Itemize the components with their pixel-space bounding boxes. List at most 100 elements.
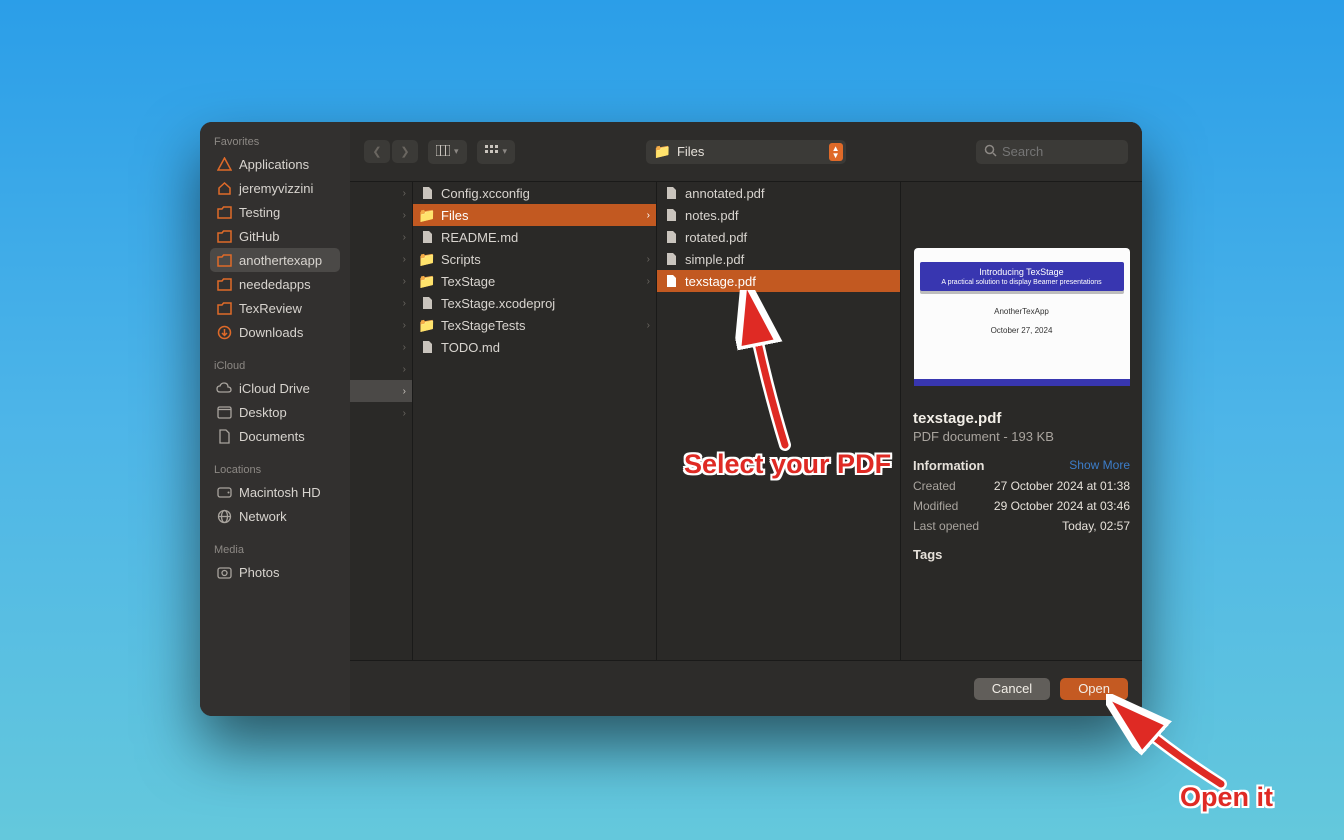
nav-back-button[interactable]: ❮ xyxy=(364,140,390,163)
file-icon xyxy=(419,295,435,311)
file-icon xyxy=(663,185,679,201)
file-row[interactable]: notes.pdf xyxy=(657,204,900,226)
file-row[interactable]: 📁Scripts› xyxy=(413,248,656,270)
column0-row[interactable]: › xyxy=(350,314,412,336)
preview-pane: Introducing TexStage A practical solutio… xyxy=(901,182,1142,660)
apps-icon xyxy=(216,156,232,172)
file-row[interactable]: TexStage.xcodeproj xyxy=(413,292,656,314)
preview-tags-label: Tags xyxy=(913,547,942,562)
column0-row[interactable]: › xyxy=(350,402,412,424)
path-popup[interactable]: 📁 Files ▲▼ xyxy=(646,140,846,164)
nav-forward-button[interactable]: ❯ xyxy=(392,140,418,163)
file-icon xyxy=(419,185,435,201)
file-row[interactable]: simple.pdf xyxy=(657,248,900,270)
column-0[interactable]: ››››››››››› xyxy=(350,182,413,660)
file-row[interactable]: README.md xyxy=(413,226,656,248)
sidebar-item-label: neededapps xyxy=(239,277,311,292)
search-field[interactable] xyxy=(976,140,1128,164)
file-icon xyxy=(663,251,679,267)
columns-icon xyxy=(436,145,450,159)
sidebar-item-label: TexReview xyxy=(239,301,302,316)
sidebar-item-network[interactable]: Network xyxy=(210,504,340,528)
folder-icon: 📁 xyxy=(654,143,671,160)
file-row[interactable]: 📁TexStage› xyxy=(413,270,656,292)
preview-thumbnail: Introducing TexStage A practical solutio… xyxy=(914,248,1130,386)
sidebar-item-documents[interactable]: Documents xyxy=(210,424,340,448)
file-row-name: notes.pdf xyxy=(685,208,739,223)
sidebar-item-photos[interactable]: Photos xyxy=(210,560,340,584)
column0-row[interactable]: › xyxy=(350,204,412,226)
file-row-name: rotated.pdf xyxy=(685,230,747,245)
path-stepper-icon: ▲▼ xyxy=(829,143,843,161)
file-row[interactable]: 📁Files› xyxy=(413,204,656,226)
sidebar-item-neededapps[interactable]: neededapps xyxy=(210,272,340,296)
sidebar-item-label: Network xyxy=(239,509,287,524)
column0-row[interactable]: › xyxy=(350,292,412,314)
chevron-right-icon: › xyxy=(647,254,650,265)
chevron-right-icon: › xyxy=(647,210,650,221)
file-row-name: TexStage xyxy=(441,274,495,289)
sidebar-item-applications[interactable]: Applications xyxy=(210,152,340,176)
preview-info-row: Modified29 October 2024 at 03:46 xyxy=(913,499,1130,513)
open-button[interactable]: Open xyxy=(1060,678,1128,700)
column-1[interactable]: Config.xcconfig 📁Files› README.md 📁 Scripts ›… xyxy=(413,182,657,660)
file-row-name: TODO.md xyxy=(441,340,500,355)
cancel-button[interactable]: Cancel xyxy=(974,678,1050,700)
preview-info-row: Created27 October 2024 at 01:38 xyxy=(913,479,1130,493)
column0-row[interactable]: › xyxy=(350,226,412,248)
column-2[interactable]: annotated.pdf notes.pdf rotated.pdf simple.… xyxy=(657,182,901,660)
sidebar-item-label: GitHub xyxy=(239,229,279,244)
sidebar-item-desktop[interactable]: Desktop xyxy=(210,400,340,424)
sidebar-item-github[interactable]: GitHub xyxy=(210,224,340,248)
file-row-name: Scripts xyxy=(441,252,481,267)
preview-subtitle: PDF document - 193 KB xyxy=(913,429,1130,444)
annotation-select-pdf: Select your PDF xyxy=(684,449,891,480)
file-row[interactable]: texstage.pdf xyxy=(657,270,900,292)
file-row-name: README.md xyxy=(441,230,518,245)
file-row[interactable]: Config.xcconfig xyxy=(413,182,656,204)
folder-icon xyxy=(216,300,232,316)
sidebar-item-icloud-drive[interactable]: iCloud Drive xyxy=(210,376,340,400)
sidebar-item-macintosh-hd[interactable]: Macintosh HD xyxy=(210,480,340,504)
file-row-name: Config.xcconfig xyxy=(441,186,530,201)
file-row[interactable]: rotated.pdf xyxy=(657,226,900,248)
net-icon xyxy=(216,508,232,524)
photo-icon xyxy=(216,564,232,580)
sidebar-item-anothertexapp[interactable]: anothertexapp xyxy=(210,248,340,272)
search-input[interactable] xyxy=(1002,144,1120,159)
folder-icon xyxy=(216,228,232,244)
view-columns-button[interactable]: ▾ xyxy=(428,140,467,164)
thumbnail-author: AnotherTexApp xyxy=(994,307,1049,316)
sidebar-item-testing[interactable]: Testing xyxy=(210,200,340,224)
view-group-button[interactable]: ▾ xyxy=(477,140,516,164)
file-row[interactable]: TODO.md xyxy=(413,336,656,358)
nav-buttons: ❮ ❯ xyxy=(364,140,418,163)
column0-row[interactable]: › xyxy=(350,380,412,402)
sidebar-item-label: anothertexapp xyxy=(239,253,322,268)
sidebar-section-heading: iCloud xyxy=(210,354,340,376)
file-row[interactable]: 📁TexStageTests› xyxy=(413,314,656,336)
sidebar-item-label: Testing xyxy=(239,205,280,220)
column0-row[interactable]: › xyxy=(350,182,412,204)
sidebar-item-downloads[interactable]: Downloads xyxy=(210,320,340,344)
file-row[interactable]: annotated.pdf xyxy=(657,182,900,204)
sidebar-section-heading: Media xyxy=(210,538,340,560)
folder-icon xyxy=(216,204,232,220)
toolbar: ❮ ❯ ▾ ▾ 📁 Files xyxy=(350,122,1142,182)
column0-row[interactable]: › xyxy=(350,248,412,270)
column0-row[interactable]: › xyxy=(350,358,412,380)
annotation-open-it: Open it xyxy=(1180,782,1273,813)
column0-row[interactable]: › xyxy=(350,270,412,292)
show-more-link[interactable]: Show More xyxy=(1069,458,1130,473)
file-icon xyxy=(663,273,679,289)
sidebar-item-label: iCloud Drive xyxy=(239,381,310,396)
desktop-icon xyxy=(216,404,232,420)
thumbnail-title: Introducing TexStage xyxy=(920,267,1124,277)
sidebar-item-jeremyvizzini[interactable]: jeremyvizzini xyxy=(210,176,340,200)
file-row-name: texstage.pdf xyxy=(685,274,756,289)
column0-row[interactable]: › xyxy=(350,336,412,358)
preview-info-key: Modified xyxy=(913,499,958,513)
file-row-name: simple.pdf xyxy=(685,252,744,267)
folder-icon: 📁 xyxy=(419,273,435,289)
sidebar-item-texreview[interactable]: TexReview xyxy=(210,296,340,320)
